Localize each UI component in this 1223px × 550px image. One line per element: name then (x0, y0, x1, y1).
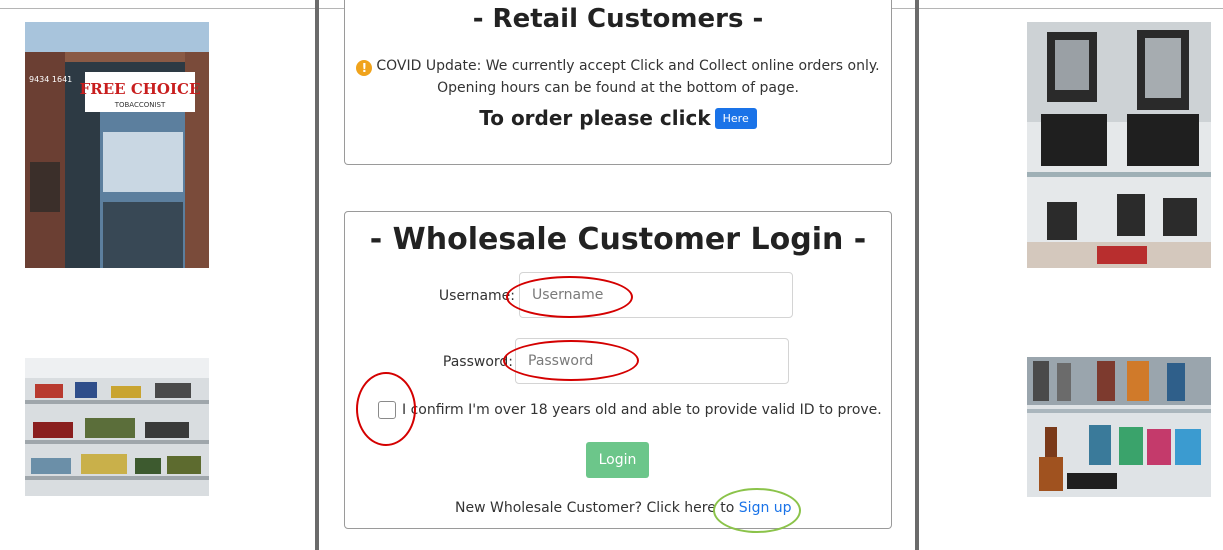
new-customer-text: New Wholesale Customer? Click here to (455, 500, 735, 516)
signup-link[interactable]: Sign up (739, 500, 792, 516)
right-column-border (915, 0, 919, 550)
retail-title: - Retail Customers - (472, 4, 764, 34)
order-text: To order please click (479, 106, 711, 130)
covid-notice: ! COVID Update: We currently accept Click… (345, 56, 891, 77)
retail-customers-card: - Retail Customers - ! COVID Update: We c… (344, 0, 892, 165)
storefront-photo: FREE CHOICE TOBACCONIST 9434 1641 (25, 22, 209, 268)
username-input[interactable] (519, 272, 793, 318)
wholesale-login-card: - Wholesale Customer Login - Username: P… (344, 211, 892, 529)
here-button[interactable]: Here (714, 108, 757, 129)
model-cars-photo (25, 358, 209, 496)
age-confirm-label: I confirm I'm over 18 years old and able… (402, 402, 882, 418)
password-input[interactable] (515, 338, 789, 384)
warning-icon: ! (356, 60, 373, 76)
password-label: Password: (442, 354, 513, 370)
storefront-sign-brand: FREE CHOICE (80, 80, 201, 98)
signup-row: New Wholesale Customer? Click here to Si… (455, 500, 792, 516)
left-column-border (315, 0, 319, 550)
storefront-phone: 9434 1641 (29, 75, 72, 84)
covid-line-1: COVID Update: We currently accept Click … (376, 58, 880, 74)
username-label: Username: (438, 288, 515, 304)
opening-hours-note: Opening hours can be found at the bottom… (437, 80, 799, 96)
order-row: To order please click Here (345, 106, 891, 130)
age-confirm-checkbox[interactable] (378, 401, 396, 419)
violin-display-photo (1027, 357, 1211, 497)
login-button[interactable]: Login (586, 442, 649, 478)
wholesale-title: - Wholesale Customer Login - (369, 222, 867, 257)
flasks-display-photo (1027, 22, 1211, 268)
storefront-sign-subtitle: TOBACCONIST (114, 101, 166, 109)
